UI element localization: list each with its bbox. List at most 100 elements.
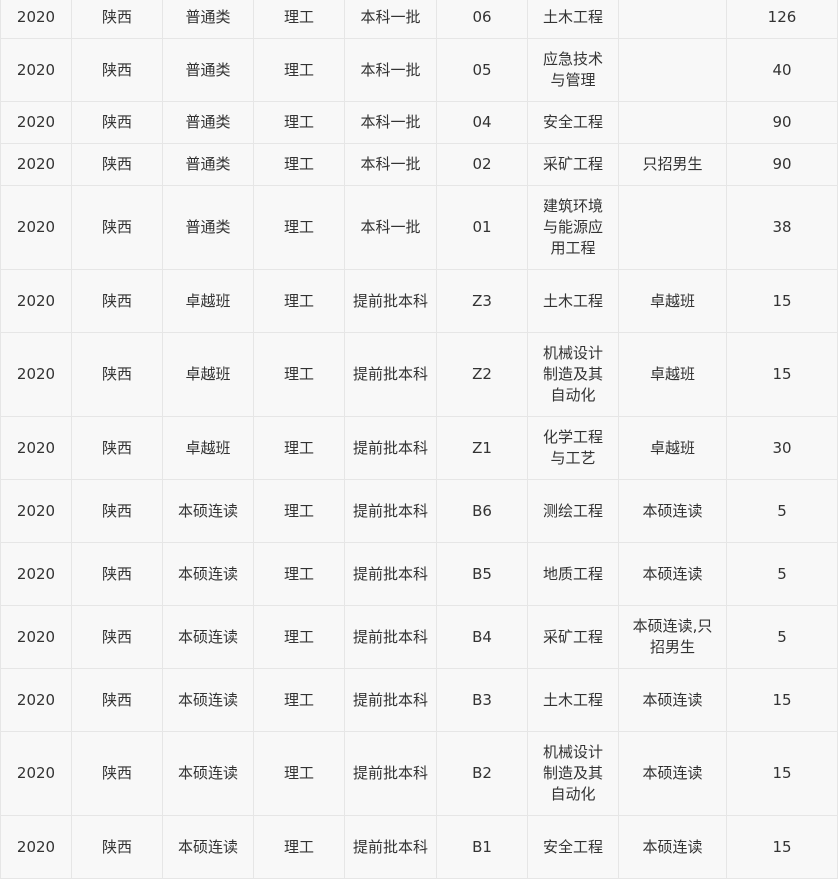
- year-cell: 2020: [0, 416, 72, 480]
- year-cell: 2020: [0, 479, 72, 543]
- major-name-cell: 测绘工程: [527, 479, 619, 543]
- plan-count-cell: 15: [726, 815, 838, 879]
- table-row: 2020 陕西 本硕连读 理工 提前批本科 B2 机械设计制造及其自动化 本硕连读 15: [0, 731, 838, 816]
- subject-type-cell: 理工: [253, 332, 345, 417]
- major-name-cell: 机械设计制造及其自动化: [527, 731, 619, 816]
- category-cell: 普通类: [162, 185, 254, 270]
- table-row: 2020 陕西 普通类 理工 本科一批 04 安全工程 90: [0, 101, 838, 144]
- remark-cell: 只招男生: [618, 143, 727, 186]
- batch-cell: 提前批本科: [344, 731, 437, 816]
- category-cell: 本硕连读: [162, 815, 254, 879]
- remark-cell: [618, 185, 727, 270]
- table-body: 2020 陕西 普通类 理工 本科一批 06 土木工程 126 2020 陕西 普通类 理工 本科一批 0…: [0, 0, 838, 879]
- major-code-cell: B1: [436, 815, 528, 879]
- remark-cell: 卓越班: [618, 332, 727, 417]
- year-cell: 2020: [0, 101, 72, 144]
- remark-cell: [618, 38, 727, 102]
- table-row: 2020 陕西 卓越班 理工 提前批本科 Z1 化学工程与工艺 卓越班 30: [0, 416, 838, 480]
- batch-cell: 本科一批: [344, 0, 437, 39]
- year-cell: 2020: [0, 185, 72, 270]
- major-name-cell: 土木工程: [527, 269, 619, 333]
- year-cell: 2020: [0, 269, 72, 333]
- category-cell: 普通类: [162, 143, 254, 186]
- major-code-cell: 02: [436, 143, 528, 186]
- major-code-cell: 06: [436, 0, 528, 39]
- category-cell: 普通类: [162, 0, 254, 39]
- province-cell: 陕西: [71, 143, 163, 186]
- subject-type-cell: 理工: [253, 269, 345, 333]
- year-cell: 2020: [0, 143, 72, 186]
- province-cell: 陕西: [71, 605, 163, 669]
- table-row: 2020 陕西 本硕连读 理工 提前批本科 B6 测绘工程 本硕连读 5: [0, 479, 838, 543]
- year-cell: 2020: [0, 668, 72, 732]
- plan-count-cell: 90: [726, 143, 838, 186]
- major-name-cell: 采矿工程: [527, 605, 619, 669]
- category-cell: 普通类: [162, 38, 254, 102]
- batch-cell: 提前批本科: [344, 668, 437, 732]
- remark-cell: 本硕连读: [618, 542, 727, 606]
- batch-cell: 本科一批: [344, 143, 437, 186]
- major-name-cell: 土木工程: [527, 0, 619, 39]
- province-cell: 陕西: [71, 668, 163, 732]
- province-cell: 陕西: [71, 185, 163, 270]
- table-row: 2020 陕西 本硕连读 理工 提前批本科 B4 采矿工程 本硕连读,只招男生 5: [0, 605, 838, 669]
- admissions-table-container: 2020 陕西 普通类 理工 本科一批 06 土木工程 126 2020 陕西 普通类 理工 本科一批 0…: [0, 0, 838, 879]
- category-cell: 本硕连读: [162, 605, 254, 669]
- major-name-cell: 地质工程: [527, 542, 619, 606]
- subject-type-cell: 理工: [253, 416, 345, 480]
- province-cell: 陕西: [71, 0, 163, 39]
- province-cell: 陕西: [71, 542, 163, 606]
- subject-type-cell: 理工: [253, 101, 345, 144]
- subject-type-cell: 理工: [253, 731, 345, 816]
- province-cell: 陕西: [71, 479, 163, 543]
- plan-count-cell: 5: [726, 605, 838, 669]
- batch-cell: 本科一批: [344, 38, 437, 102]
- year-cell: 2020: [0, 332, 72, 417]
- category-cell: 本硕连读: [162, 542, 254, 606]
- subject-type-cell: 理工: [253, 185, 345, 270]
- major-code-cell: Z1: [436, 416, 528, 480]
- batch-cell: 提前批本科: [344, 815, 437, 879]
- plan-count-cell: 30: [726, 416, 838, 480]
- table-row: 2020 陕西 本硕连读 理工 提前批本科 B5 地质工程 本硕连读 5: [0, 542, 838, 606]
- province-cell: 陕西: [71, 101, 163, 144]
- plan-count-cell: 38: [726, 185, 838, 270]
- year-cell: 2020: [0, 605, 72, 669]
- major-code-cell: Z3: [436, 269, 528, 333]
- batch-cell: 本科一批: [344, 101, 437, 144]
- major-code-cell: B5: [436, 542, 528, 606]
- batch-cell: 提前批本科: [344, 269, 437, 333]
- subject-type-cell: 理工: [253, 143, 345, 186]
- subject-type-cell: 理工: [253, 479, 345, 543]
- table-row: 2020 陕西 普通类 理工 本科一批 01 建筑环境与能源应用工程 38: [0, 185, 838, 270]
- major-name-cell: 安全工程: [527, 101, 619, 144]
- admissions-plan-table: 2020 陕西 普通类 理工 本科一批 06 土木工程 126 2020 陕西 普通类 理工 本科一批 0…: [0, 0, 838, 879]
- remark-cell: [618, 0, 727, 39]
- major-name-cell: 化学工程与工艺: [527, 416, 619, 480]
- plan-count-cell: 5: [726, 542, 838, 606]
- plan-count-cell: 15: [726, 269, 838, 333]
- major-name-cell: 机械设计制造及其自动化: [527, 332, 619, 417]
- remark-cell: 本硕连读,只招男生: [618, 605, 727, 669]
- plan-count-cell: 15: [726, 332, 838, 417]
- remark-cell: 本硕连读: [618, 668, 727, 732]
- batch-cell: 提前批本科: [344, 605, 437, 669]
- province-cell: 陕西: [71, 416, 163, 480]
- table-row: 2020 陕西 普通类 理工 本科一批 05 应急技术与管理 40: [0, 38, 838, 102]
- table-row: 2020 陕西 普通类 理工 本科一批 06 土木工程 126: [0, 0, 838, 39]
- category-cell: 本硕连读: [162, 479, 254, 543]
- subject-type-cell: 理工: [253, 542, 345, 606]
- plan-count-cell: 5: [726, 479, 838, 543]
- category-cell: 卓越班: [162, 269, 254, 333]
- year-cell: 2020: [0, 0, 72, 39]
- province-cell: 陕西: [71, 815, 163, 879]
- subject-type-cell: 理工: [253, 815, 345, 879]
- subject-type-cell: 理工: [253, 668, 345, 732]
- remark-cell: 本硕连读: [618, 479, 727, 543]
- table-row: 2020 陕西 普通类 理工 本科一批 02 采矿工程 只招男生 90: [0, 143, 838, 186]
- province-cell: 陕西: [71, 269, 163, 333]
- major-name-cell: 土木工程: [527, 668, 619, 732]
- batch-cell: 提前批本科: [344, 479, 437, 543]
- category-cell: 卓越班: [162, 332, 254, 417]
- batch-cell: 提前批本科: [344, 416, 437, 480]
